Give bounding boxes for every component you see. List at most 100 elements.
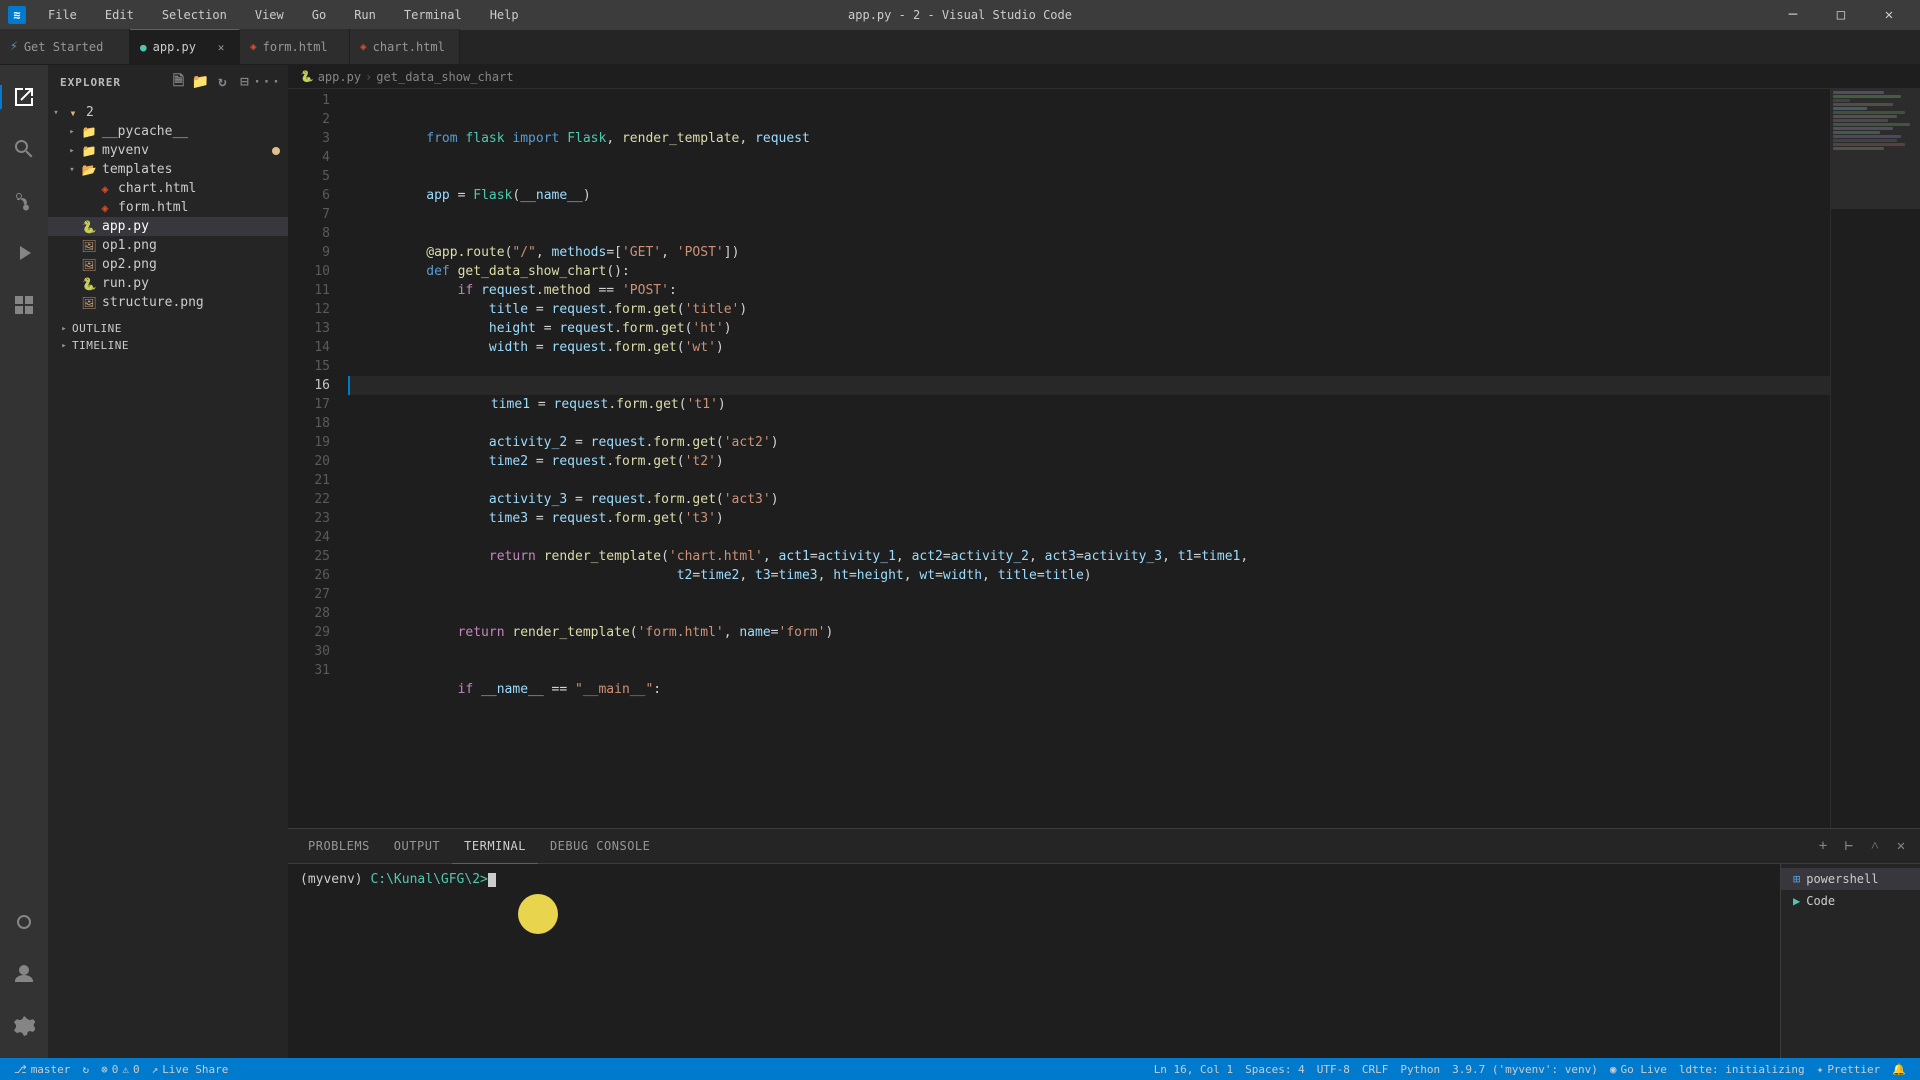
code-line-14 (348, 338, 1830, 357)
panel-tab-terminal[interactable]: TERMINAL (452, 829, 538, 864)
status-language[interactable]: Python (1394, 1058, 1446, 1080)
tab-get-started-icon: ⚡ (10, 39, 18, 54)
tree-pycache[interactable]: ▸ 📁 __pycache__ (48, 122, 288, 141)
collapse-all-icon[interactable]: ⊟ (236, 73, 254, 91)
line-num-14: 14 (296, 338, 330, 357)
branch-icon: ⎇ (14, 1063, 27, 1076)
tree-op1-png[interactable]: ▸ 🖼 op1.png (48, 236, 288, 255)
activity-search[interactable] (0, 125, 48, 173)
panel-split[interactable]: ⊢ (1838, 835, 1860, 857)
tree-chart-html[interactable]: ▸ ◈ chart.html (48, 179, 288, 198)
app-py-label: app.py (102, 219, 149, 234)
status-spaces[interactable]: Spaces: 4 (1239, 1058, 1311, 1080)
code-content[interactable]: from flask import Flask, render_template… (338, 89, 1830, 828)
tab-app-py[interactable]: ● app.py ✕ (130, 29, 240, 64)
myvenv-label: myvenv (102, 143, 149, 158)
panel-code[interactable]: ▶ Code (1781, 890, 1920, 912)
tab-chart-html[interactable]: ◈ chart.html (350, 29, 460, 64)
status-live-share[interactable]: ↗ Live Share (146, 1058, 235, 1080)
tree-templates[interactable]: ▾ 📂 templates (48, 160, 288, 179)
panel-tab-problems[interactable]: PROBLEMS (296, 829, 382, 864)
line-numbers: 1 2 3 4 5 6 7 8 9 10 11 12 13 14 15 16 1… (288, 89, 338, 828)
minimap (1830, 89, 1920, 828)
status-errors[interactable]: ⊗ 0 ⚠ 0 (95, 1058, 146, 1080)
menu-run[interactable]: Run (348, 6, 382, 24)
activity-bottom (0, 898, 48, 1050)
line-num-18: 18 (296, 414, 330, 433)
status-prettier[interactable]: ✦ Prettier (1811, 1058, 1887, 1080)
menu-view[interactable]: View (249, 6, 290, 24)
form-html-icon: ◈ (96, 201, 114, 215)
myvenv-icon: 📁 (80, 144, 98, 158)
line-num-15: 15 (296, 357, 330, 376)
title-bar: ≋ File Edit Selection View Go Run Termin… (0, 0, 1920, 30)
tree-structure-png[interactable]: ▸ 🖼 structure.png (48, 293, 288, 312)
panel-add-terminal[interactable]: + (1812, 835, 1834, 857)
breadcrumb-file[interactable]: app.py (318, 70, 361, 84)
tab-get-started[interactable]: ⚡ Get Started (0, 29, 130, 64)
menu-file[interactable]: File (42, 6, 83, 24)
op1-icon: 🖼 (80, 239, 98, 253)
outline-toggle[interactable]: ▸ OUTLINE (48, 320, 288, 337)
menu-go[interactable]: Go (306, 6, 332, 24)
code-line-10: if request.method == 'POST': (348, 262, 1830, 281)
tree-form-html[interactable]: ▸ ◈ form.html (48, 198, 288, 217)
activity-remote[interactable] (0, 898, 48, 946)
code-line-15: activity_1 = request.form.get('act1') (348, 357, 1830, 376)
outline-section: ▸ OUTLINE ▸ TIMELINE (48, 320, 288, 354)
status-eol[interactable]: CRLF (1356, 1058, 1395, 1080)
tree-root[interactable]: ▾ ▾ 2 (48, 103, 288, 122)
status-encoding[interactable]: UTF-8 (1311, 1058, 1356, 1080)
close-button[interactable]: ✕ (1866, 0, 1912, 30)
new-folder-icon[interactable]: 📁 (192, 73, 210, 91)
terminal-cursor (488, 873, 496, 887)
activity-source-control[interactable] (0, 177, 48, 225)
panel-powershell[interactable]: ⊞ powershell (1781, 868, 1920, 890)
status-notifications[interactable]: 🔔 (1886, 1058, 1912, 1080)
breadcrumb-function[interactable]: get_data_show_chart (376, 70, 513, 84)
tab-form-html[interactable]: ◈ form.html (240, 29, 350, 64)
status-line-col[interactable]: Ln 16, Col 1 (1148, 1058, 1239, 1080)
menu-selection[interactable]: Selection (156, 6, 233, 24)
status-python-ver[interactable]: 3.9.7 ('myvenv': venv) (1446, 1058, 1604, 1080)
activity-run-debug[interactable] (0, 229, 48, 277)
code-line-22: time3 = request.form.get('t3') (348, 490, 1830, 509)
status-right: Ln 16, Col 1 Spaces: 4 UTF-8 CRLF Python… (1148, 1058, 1912, 1080)
menu-help[interactable]: Help (484, 6, 525, 24)
status-git-branch[interactable]: ⎇ master (8, 1058, 76, 1080)
terminal-area[interactable]: (myvenv) C:\Kunal\GFG\2> (288, 864, 1780, 1058)
line-num-1: 1 (296, 91, 330, 110)
line-num-17: 17 (296, 395, 330, 414)
chart-html-label: chart.html (118, 181, 196, 196)
status-sync[interactable]: ↻ (76, 1058, 95, 1080)
warning-count: 0 (133, 1063, 140, 1076)
line-num-21: 21 (296, 471, 330, 490)
tab-app-py-close[interactable]: ✕ (213, 39, 229, 55)
more-actions-icon[interactable]: ··· (258, 73, 276, 91)
tab-bar: ⚡ Get Started ● app.py ✕ ◈ form.html ◈ c… (0, 30, 1920, 65)
panel-tab-output[interactable]: OUTPUT (382, 829, 452, 864)
activity-settings[interactable] (0, 1002, 48, 1050)
line-num-5: 5 (296, 167, 330, 186)
tree-app-py[interactable]: ▸ 🐍 app.py (48, 217, 288, 236)
panel-close[interactable]: ✕ (1890, 835, 1912, 857)
panel-tab-debug-console[interactable]: DEBUG CONSOLE (538, 829, 662, 864)
status-ldte[interactable]: ldtte: initializing (1673, 1058, 1811, 1080)
menu-terminal[interactable]: Terminal (398, 6, 468, 24)
panel-chevron-up[interactable]: ˄ (1864, 835, 1886, 857)
minimize-button[interactable]: ─ (1770, 0, 1816, 30)
new-file-icon[interactable]: 🗎 (170, 73, 188, 91)
tree-run-py[interactable]: ▸ 🐍 run.py (48, 274, 288, 293)
activity-account[interactable] (0, 950, 48, 998)
maximize-button[interactable]: □ (1818, 0, 1864, 30)
line-num-4: 4 (296, 148, 330, 167)
activity-explorer[interactable] (0, 73, 48, 121)
menu-edit[interactable]: Edit (99, 6, 140, 24)
tree-op2-png[interactable]: ▸ 🖼 op2.png (48, 255, 288, 274)
activity-extensions[interactable] (0, 281, 48, 329)
status-go-live[interactable]: ◉ Go Live (1604, 1058, 1673, 1080)
refresh-icon[interactable]: ↻ (214, 73, 232, 91)
tree-myvenv[interactable]: ▸ 📁 myvenv (48, 141, 288, 160)
structure-label: structure.png (102, 295, 204, 310)
timeline-toggle[interactable]: ▸ TIMELINE (48, 337, 288, 354)
